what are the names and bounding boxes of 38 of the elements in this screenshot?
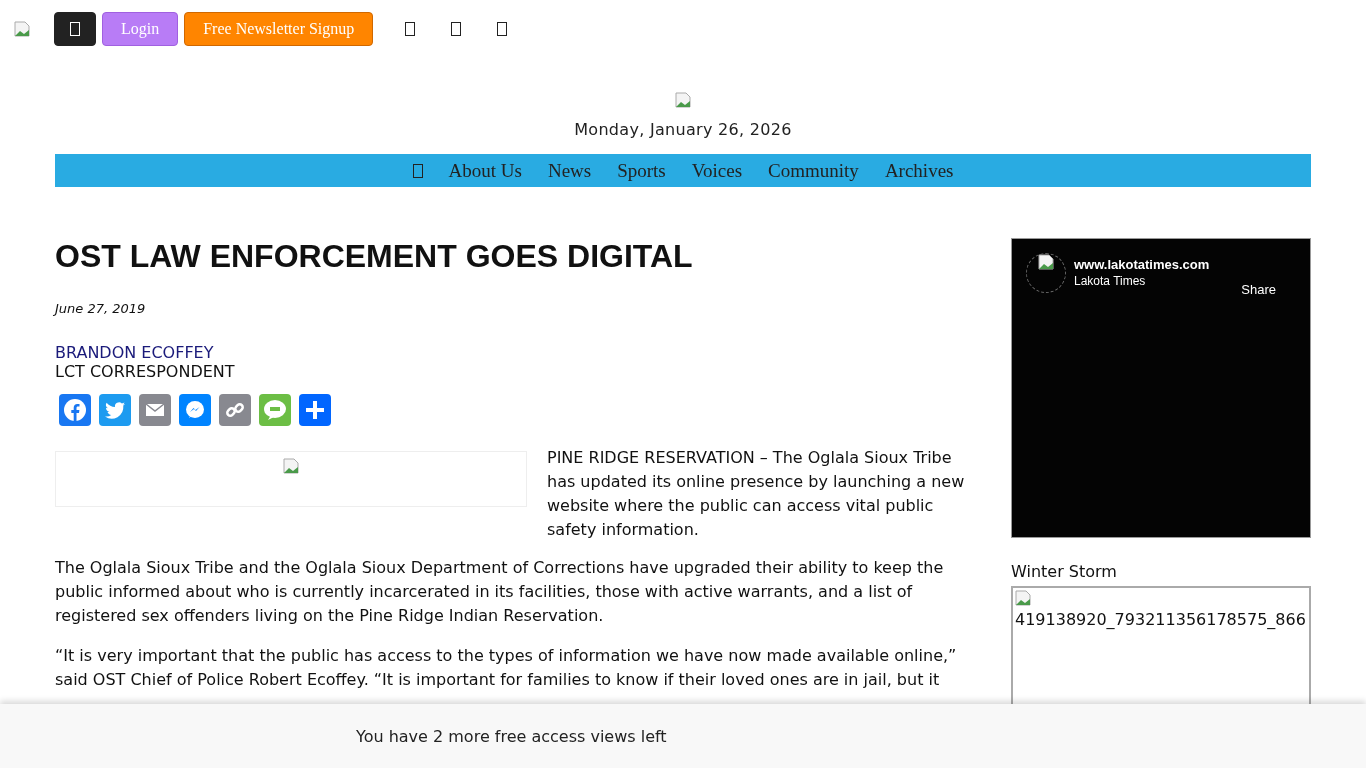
- video-embed[interactable]: www.lakotatimes.com Lakota Times Share: [1011, 238, 1311, 538]
- share-icon[interactable]: [299, 394, 331, 426]
- masthead-logo-icon: [675, 92, 691, 108]
- nav-link[interactable]: Community: [768, 159, 859, 182]
- messenger-icon[interactable]: [179, 394, 211, 426]
- video-site: www.lakotatimes.com: [1074, 257, 1210, 272]
- broken-image-icon: [283, 458, 299, 474]
- twitter-icon[interactable]: [99, 394, 131, 426]
- broken-image-icon: [1038, 254, 1054, 270]
- email-icon[interactable]: [139, 394, 171, 426]
- article-paragraph: “It is very important that the public has access to the types of information we have now made available online,” said OST Chief of Police Robert Ecoffey. “It is important for families to know if their loved ones are in jail, but it: [55, 645, 958, 691]
- article-paragraph: The Oglala Sioux Tribe and the Oglala Sioux Department of Corrections have upgraded their ability to keep the public informed about who is currently incarcerated in its facilities, those with active warrants, and a list of registered sex offenders living on the Pine Ridge Indian Reservation.: [55, 557, 945, 627]
- placeholder-glyph-icon: [70, 21, 80, 36]
- menu-button[interactable]: [54, 11, 96, 46]
- facebook-icon[interactable]: [59, 394, 91, 426]
- banner-text: You have 2 more free access views left: [356, 726, 667, 746]
- nav-link[interactable]: Archives: [884, 159, 954, 182]
- broken-image-icon: [1015, 590, 1031, 606]
- video-page-name: Lakota Times: [1074, 274, 1147, 288]
- image-alt-text: 419138920_793211356178575_866: [1015, 610, 1307, 629]
- home-glyph-icon[interactable]: [412, 163, 423, 178]
- link-icon[interactable]: [219, 394, 251, 426]
- author-role: LCT CORRESPONDENT: [55, 362, 236, 381]
- video-share-link[interactable]: Share: [1241, 282, 1276, 297]
- nav-link[interactable]: About Us: [448, 159, 522, 182]
- widget-title: Winter Storm: [1011, 562, 1118, 581]
- social-glyph-icon[interactable]: [451, 21, 462, 36]
- publish-date: June 27, 2019: [55, 301, 147, 316]
- article-title: OST LAW ENFORCEMENT GOES DIGITAL: [55, 238, 694, 275]
- nav-link[interactable]: Sports: [617, 159, 666, 182]
- logo-image-icon: [14, 20, 30, 37]
- nav-link[interactable]: News: [547, 159, 592, 182]
- social-glyph-icon[interactable]: [405, 21, 416, 36]
- lead-paragraph: PINE RIDGE RESERVATION – The Oglala Sioux Tribe has updated its online presence by launching a new website where the public can access vital public safety information.: [547, 447, 966, 541]
- author-link[interactable]: BRANDON ECOFFEY: [55, 343, 975, 362]
- current-date: Monday, January 26, 2026: [574, 120, 792, 139]
- social-glyph-icon[interactable]: [497, 21, 508, 36]
- nav-link[interactable]: Voices: [691, 159, 743, 182]
